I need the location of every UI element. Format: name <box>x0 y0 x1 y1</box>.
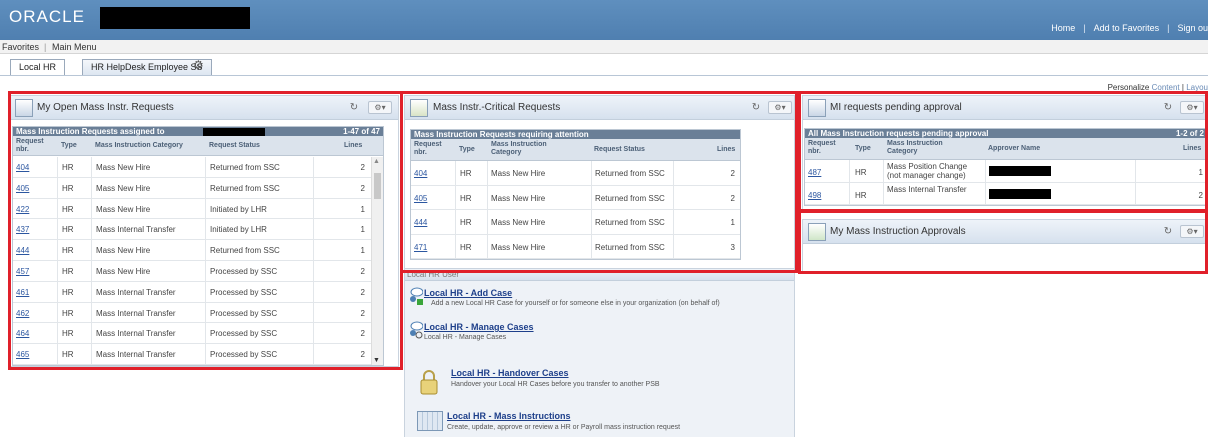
mass-instructions-link[interactable]: Local HR - Mass Instructions <box>447 411 571 421</box>
highlight-box <box>8 91 403 370</box>
sign-out-link[interactable]: Sign ou <box>1177 23 1208 33</box>
handover-cases-desc: Handover your Local HR Cases before you … <box>451 381 660 388</box>
highlight-box <box>798 91 1208 213</box>
mass-instructions-desc: Create, update, approve or review a HR o… <box>447 424 681 431</box>
homepage-tabs: Local HR HR HelpDesk Employee SS ⚙ <box>0 54 1208 76</box>
oracle-logo: ORACLE <box>9 7 85 26</box>
favorites-menu[interactable]: Favorites <box>2 42 39 52</box>
handover-cases-link[interactable]: Local HR - Handover Cases <box>451 368 569 378</box>
highlight-box <box>798 209 1208 274</box>
menu-bar: Favorites | Main Menu <box>0 40 1208 54</box>
handover-cases-item[interactable]: Local HR - Handover Cases Handover your … <box>405 359 795 399</box>
highlight-box <box>400 91 798 273</box>
gear-icon[interactable]: ⚙ <box>193 58 207 72</box>
separator: | <box>1167 23 1170 33</box>
manage-cases-icon <box>409 321 424 341</box>
add-case-item[interactable]: Local HR - Add Case Add a new Local HR C… <box>405 287 795 311</box>
add-case-desc: Add a new Local HR Case for yourself or … <box>431 300 720 307</box>
local-hr-links: Local HR - Add Case Add a new Local HR C… <box>405 281 794 437</box>
add-case-link[interactable]: Local HR - Add Case <box>424 288 512 298</box>
manage-cases-item[interactable]: Local HR - Manage Cases Local HR - Manag… <box>405 321 795 345</box>
header-bar: ORACLE Home | Add to Favorites | Sign ou <box>0 0 1208 40</box>
home-link[interactable]: Home <box>1051 23 1075 33</box>
mass-instructions-item[interactable]: Local HR - Mass Instructions Create, upd… <box>405 409 795 437</box>
table-icon <box>417 411 443 431</box>
separator: | <box>1083 23 1086 33</box>
header-links: Home | Add to Favorites | Sign ou <box>1051 23 1208 33</box>
pagelet-local-hr-user: Local HR User Local HR - Add Case Add a … <box>404 268 795 437</box>
tab-local-hr[interactable]: Local HR <box>10 59 66 75</box>
lock-icon <box>419 369 439 395</box>
add-to-favorites-link[interactable]: Add to Favorites <box>1094 23 1160 33</box>
main-menu[interactable]: Main Menu <box>52 42 97 52</box>
add-case-icon <box>409 287 424 307</box>
manage-cases-desc: Local HR - Manage Cases <box>424 334 507 341</box>
manage-cases-link[interactable]: Local HR - Manage Cases <box>424 322 534 332</box>
redacted-username <box>100 7 250 29</box>
menu-separator: | <box>44 42 47 52</box>
